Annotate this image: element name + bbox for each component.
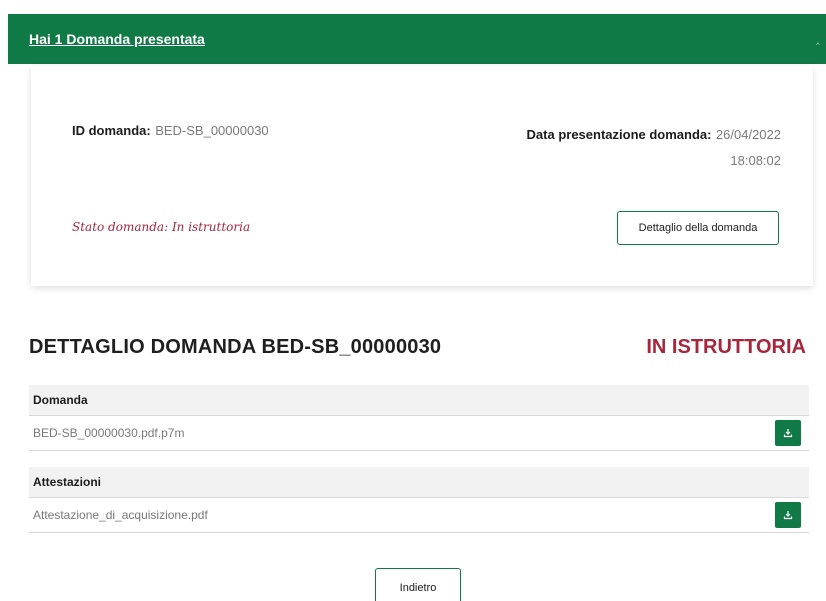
data-presentazione-row: Data presentazione domanda: 26/04/2022 1… xyxy=(527,122,781,174)
accordion-title[interactable]: Hai 1 Domanda presentata xyxy=(29,31,205,47)
status-badge: IN ISTRUTTORIA xyxy=(646,336,806,358)
file-name: Attestazione_di_acquisizione.pdf xyxy=(33,508,208,522)
summary-card: ID domanda: BED-SB_00000030 Data present… xyxy=(31,66,813,286)
page-title: DETTAGLIO DOMANDA BED-SB_00000030 xyxy=(29,336,442,358)
stato-domanda: Stato domanda: In istruttoria xyxy=(72,220,250,234)
ora-presentazione-value: 18:08:02 xyxy=(730,153,781,168)
indietro-button[interactable]: Indietro xyxy=(375,568,461,601)
dettaglio-domanda-button[interactable]: Dettaglio della domanda xyxy=(617,211,779,245)
table-header-domanda: Domanda xyxy=(29,385,809,416)
id-domanda-label: ID domanda: xyxy=(72,123,151,138)
data-presentazione-label: Data presentazione domanda: xyxy=(526,127,712,142)
stato-domanda-value: In istruttoria xyxy=(171,220,251,234)
download-button[interactable] xyxy=(775,502,801,528)
table-row: Attestazione_di_acquisizione.pdf xyxy=(29,498,809,533)
download-icon xyxy=(783,429,793,438)
id-domanda-value: BED-SB_00000030 xyxy=(155,123,269,138)
file-name: BED-SB_00000030.pdf.p7m xyxy=(33,426,185,440)
table-row: BED-SB_00000030.pdf.p7m xyxy=(29,416,809,451)
download-button[interactable] xyxy=(775,420,801,446)
data-presentazione-value: 26/04/2022 xyxy=(715,127,781,142)
documents-table: Domanda BED-SB_00000030.pdf.p7m Attestaz… xyxy=(29,385,809,549)
id-domanda-row: ID domanda: BED-SB_00000030 xyxy=(72,122,269,140)
stato-domanda-label: Stato domanda: xyxy=(72,220,169,234)
table-header-attestazioni: Attestazioni xyxy=(29,467,809,498)
download-icon xyxy=(783,511,793,520)
accordion-header[interactable]: Hai 1 Domanda presentata ‸ xyxy=(8,14,826,64)
chevron-up-icon[interactable]: ‸ xyxy=(816,30,820,46)
